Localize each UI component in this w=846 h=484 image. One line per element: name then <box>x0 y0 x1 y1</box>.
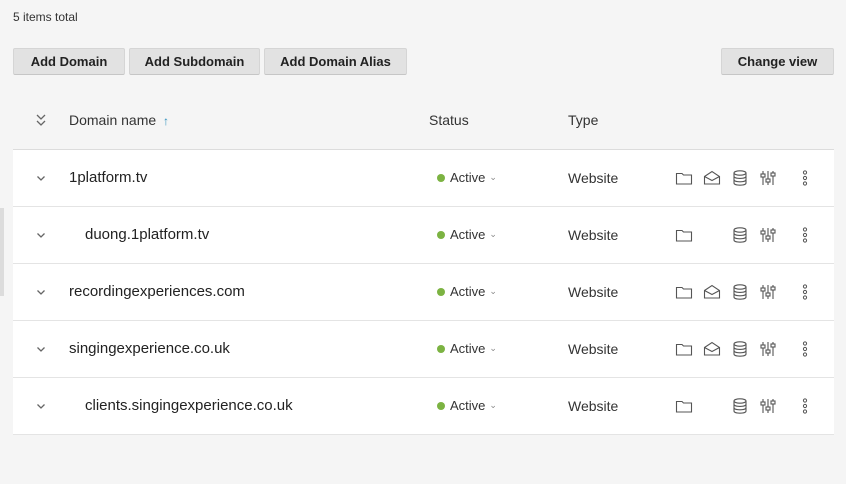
status-dropdown[interactable]: Active ⌄ <box>437 398 497 413</box>
caret-down-icon: ⌄ <box>489 286 497 296</box>
status-dot <box>437 287 445 296</box>
envelope-icon[interactable] <box>702 168 722 188</box>
database-icon[interactable] <box>730 168 750 188</box>
chevron-down-icon[interactable] <box>34 228 48 242</box>
status-label: Active <box>450 398 486 413</box>
folder-icon[interactable] <box>674 168 694 188</box>
type-label: Website <box>568 284 619 300</box>
folder-icon[interactable] <box>674 396 694 416</box>
caret-down-icon: ⌄ <box>489 343 497 353</box>
caret-down-icon: ⌄ <box>489 172 497 182</box>
kebab-menu-icon[interactable] <box>795 282 815 302</box>
status-dot <box>437 173 445 182</box>
sliders-icon[interactable] <box>758 282 778 302</box>
table-row[interactable]: recordingexperiences.com Active ⌄ Website <box>13 264 834 321</box>
domain-name-link[interactable]: clients.singingexperience.co.uk <box>85 397 293 414</box>
table-row[interactable]: singingexperience.co.uk Active ⌄ Website <box>13 321 834 378</box>
status-dropdown[interactable]: Active ⌄ <box>437 227 497 242</box>
kebab-menu-icon[interactable] <box>795 168 815 188</box>
kebab-menu-icon[interactable] <box>795 396 815 416</box>
double-chevron-down-icon[interactable] <box>34 112 48 128</box>
kebab-menu-icon[interactable] <box>795 225 815 245</box>
status-label: Active <box>450 341 486 356</box>
sliders-icon[interactable] <box>758 339 778 359</box>
domain-name-column-header[interactable]: Domain name ↑ <box>69 112 169 128</box>
table-row[interactable]: clients.singingexperience.co.uk Active ⌄ We… <box>13 378 834 435</box>
caret-down-icon: ⌄ <box>489 229 497 239</box>
add-domain-alias-button[interactable]: Add Domain Alias <box>264 48 407 75</box>
chevron-down-icon[interactable] <box>34 399 48 413</box>
type-label: Website <box>568 227 619 243</box>
sort-ascending-icon: ↑ <box>163 114 170 128</box>
domain-name-link[interactable]: singingexperience.co.uk <box>69 340 230 357</box>
database-icon[interactable] <box>730 396 750 416</box>
database-icon[interactable] <box>730 339 750 359</box>
change-view-button[interactable]: Change view <box>721 48 834 75</box>
status-label: Active <box>450 284 486 299</box>
domain-name-link[interactable]: recordingexperiences.com <box>69 283 245 300</box>
sliders-icon[interactable] <box>758 168 778 188</box>
caret-down-icon: ⌄ <box>489 400 497 410</box>
table-row[interactable]: duong.1platform.tv Active ⌄ Website <box>13 207 834 264</box>
type-column-header[interactable]: Type <box>568 112 598 128</box>
domain-list: 1platform.tv Active ⌄ Website duong.1platfor… <box>13 150 834 435</box>
table-row[interactable]: 1platform.tv Active ⌄ Website <box>13 150 834 207</box>
status-dropdown[interactable]: Active ⌄ <box>437 284 497 299</box>
chevron-down-icon[interactable] <box>34 285 48 299</box>
kebab-menu-icon[interactable] <box>795 339 815 359</box>
left-edge-handle[interactable] <box>0 208 4 296</box>
type-label: Website <box>568 398 619 414</box>
domain-name-link[interactable]: 1platform.tv <box>69 169 147 186</box>
database-icon[interactable] <box>730 225 750 245</box>
status-dot <box>437 344 445 353</box>
status-dot <box>437 401 445 410</box>
folder-icon[interactable] <box>674 282 694 302</box>
status-label: Active <box>450 227 486 242</box>
status-label: Active <box>450 170 486 185</box>
table-header: Domain name ↑ Status Type <box>13 94 834 150</box>
type-label: Website <box>568 170 619 186</box>
folder-icon[interactable] <box>674 339 694 359</box>
chevron-down-icon[interactable] <box>34 342 48 356</box>
chevron-down-icon[interactable] <box>34 171 48 185</box>
status-dropdown[interactable]: Active ⌄ <box>437 341 497 356</box>
folder-icon[interactable] <box>674 225 694 245</box>
envelope-icon[interactable] <box>702 282 722 302</box>
status-dot <box>437 230 445 239</box>
domain-name-link[interactable]: duong.1platform.tv <box>85 226 209 243</box>
status-column-header[interactable]: Status <box>429 112 469 128</box>
status-dropdown[interactable]: Active ⌄ <box>437 170 497 185</box>
add-subdomain-button[interactable]: Add Subdomain <box>129 48 260 75</box>
sliders-icon[interactable] <box>758 396 778 416</box>
envelope-icon[interactable] <box>702 339 722 359</box>
database-icon[interactable] <box>730 282 750 302</box>
type-label: Website <box>568 341 619 357</box>
items-total-count: 5 items total <box>13 10 78 24</box>
domain-name-header-label: Domain name <box>69 112 157 128</box>
toolbar: Add Domain Add Subdomain Add Domain Alia… <box>13 48 834 76</box>
sliders-icon[interactable] <box>758 225 778 245</box>
add-domain-button[interactable]: Add Domain <box>13 48 125 75</box>
